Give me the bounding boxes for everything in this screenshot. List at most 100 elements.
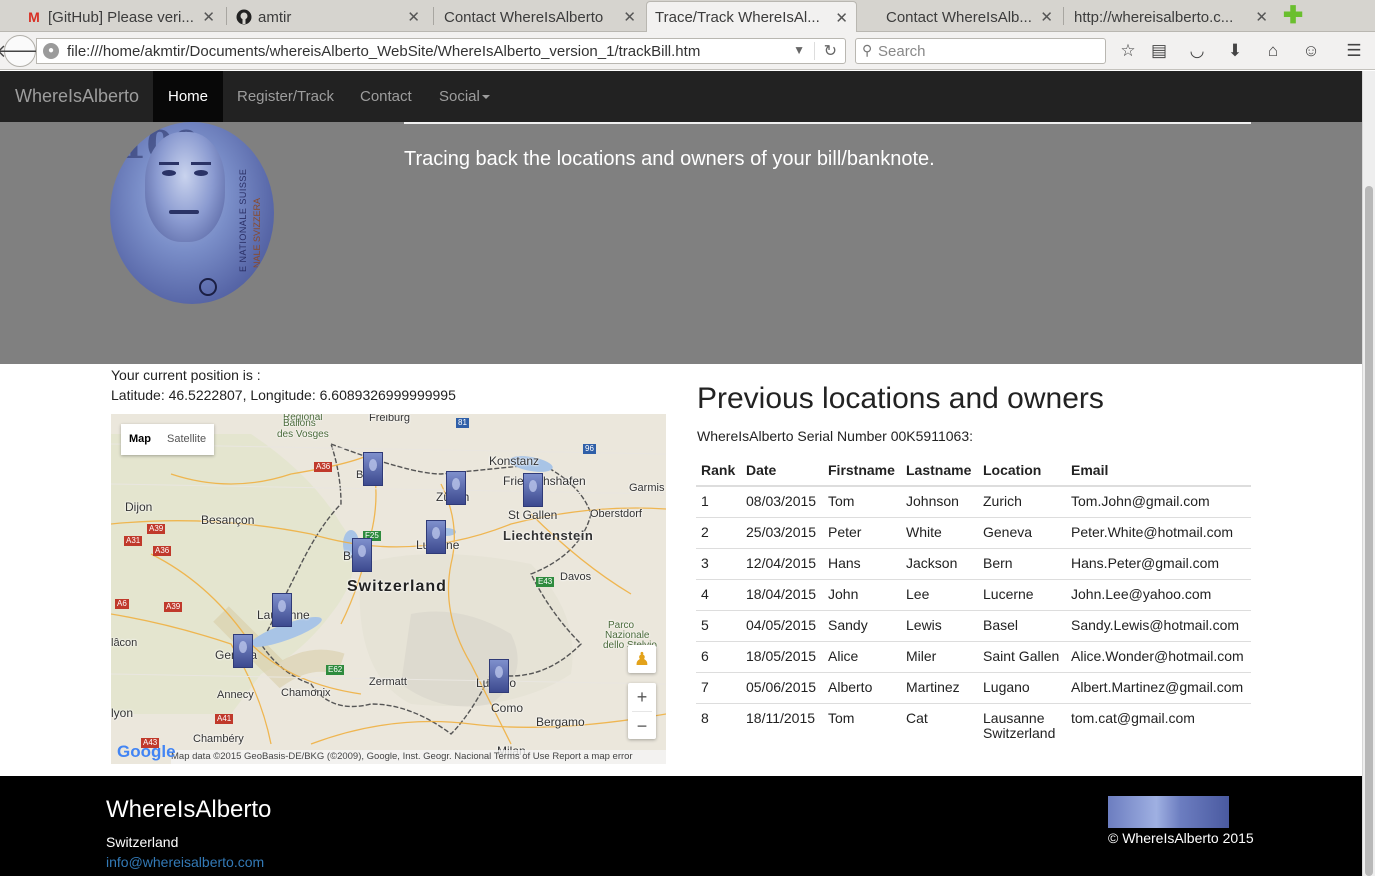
close-icon[interactable]: ✕ [407,8,420,26]
cell-firstname: John [823,579,901,611]
map-credits[interactable]: Map data ©2015 GeoBasis-DE/BKG (©2009), … [171,750,666,764]
chat-icon[interactable]: ☺ [1300,40,1322,62]
reload-icon[interactable]: ↻ [824,41,837,61]
map-label-country: Switzerland [347,578,447,595]
url-bar[interactable]: ● file:///home/akmtir/Documents/whereisA… [36,38,846,64]
site-footer: WhereIsAlberto Switzerland info@whereisa… [0,776,1362,876]
tab-title: amtir [258,8,292,26]
cell-date: 05/06/2015 [741,672,823,704]
footer-copyright: © WhereIsAlberto 2015 [1108,830,1254,846]
col-lastname: Lastname [901,456,978,487]
cell-location: Zurich [983,493,1022,509]
tab-trace-track[interactable]: Trace/Track WhereIsAl... ✕ [646,1,857,33]
scrollbar-thumb[interactable] [1365,186,1373,876]
map-marker-basel[interactable] [363,452,383,486]
footer-email-link[interactable]: info@whereisalberto.com [106,854,264,870]
pocket-icon[interactable]: ◡ [1186,40,1208,62]
road-badge: A41 [215,714,234,724]
cell-email: Hans.Peter@gmail.com [1066,548,1251,580]
google-map[interactable]: Freiburg Regional Ballons des Vosges Bas… [111,414,666,764]
hamburger-menu-icon[interactable]: ☰ [1343,40,1365,62]
close-icon[interactable]: ✕ [623,8,636,26]
cell-email: Sandy.Lewis@hotmail.com [1066,610,1251,642]
current-position: Your current position is : Latitude: 46.… [111,365,456,405]
cell-email: John.Lee@yahoo.com [1066,579,1251,611]
home-icon[interactable]: ⌂ [1262,40,1284,62]
new-tab-button[interactable]: ✚ [1282,4,1304,28]
search-box[interactable]: ⚲ [855,38,1106,64]
cell-lastname: Lewis [901,610,978,642]
page-scrollbar[interactable] [1362,71,1375,876]
cell-firstname: Alice [823,641,901,673]
cell-rank: 2 [696,517,741,549]
map-type-satellite-button[interactable]: Satellite [159,424,214,455]
close-icon[interactable]: ✕ [1255,8,1268,26]
cell-rank: 7 [696,672,741,704]
zoom-in-button[interactable]: + [628,683,656,711]
nav-contact[interactable]: Contact [345,71,427,122]
tab-title: Contact WhereIsAlb... [886,8,1032,26]
cell-rank: 5 [696,610,741,642]
chevron-down-icon[interactable]: ▼ [793,43,805,57]
road-badge: A31 [124,536,143,546]
search-input[interactable] [878,42,1098,60]
map-label: Zermatt [369,676,407,688]
street-view-pegman-icon[interactable]: ♟ [628,645,656,673]
map-marker-lucerne[interactable] [426,520,446,554]
google-logo: Google [117,742,176,761]
tab-contact-2[interactable]: Contact WhereIsAlb... ✕ [878,2,1061,32]
map-label: Oberstdorf [590,508,642,520]
road-badge: A36 [314,462,333,472]
tab-amtir[interactable]: amtir ✕ [228,2,428,32]
map-label: Liechtenstein [503,528,594,543]
github-icon [236,9,252,25]
globe-icon: ● [43,43,59,59]
nav-register-track[interactable]: Register/Track [222,71,349,122]
zoom-out-button[interactable]: − [628,712,656,740]
page-viewport: WhereIsAlberto Home Register/Track Conta… [0,71,1362,876]
road-badge: A6 [115,599,129,609]
back-button[interactable]: 🡐 [0,35,44,67]
map-marker-lausanne[interactable] [272,593,292,627]
map-label: des Vosges [277,429,329,440]
tab-contact[interactable]: Contact WhereIsAlberto ✕ [436,2,644,32]
road-badge: A39 [147,524,166,534]
nav-home[interactable]: Home [153,71,224,122]
tab-title: Trace/Track WhereIsAl... [655,9,820,26]
map-marker-bern[interactable] [352,538,372,572]
map-marker-lugano[interactable] [489,659,509,693]
road-badge: E43 [536,577,555,587]
table-row: 1 08/03/2015 Tom Johnson Zurich Tom.John@gmai… [696,486,1251,518]
cell-email: Tom.John@gmail.com [1071,493,1210,509]
cell-email: Alice.Wonder@hotmail.com [1066,641,1251,673]
cell-lastname: White [901,517,978,549]
map-marker-zurich[interactable] [446,471,466,505]
map-marker-stgallen[interactable] [523,473,543,507]
close-icon[interactable]: ✕ [835,9,848,27]
close-icon[interactable]: ✕ [202,8,215,26]
download-icon[interactable]: ⬇ [1224,40,1246,62]
cell-location: Lucerne [978,579,1066,611]
map-label: Besançon [201,513,255,527]
road-badge: A36 [153,546,172,556]
cell-location: Geneva [978,517,1066,549]
close-icon[interactable]: ✕ [1040,8,1053,26]
map-label: Garmis [629,482,665,494]
cell-lastname: Johnson [906,493,959,509]
table-row: 4 18/04/2015 John Lee Lucerne John.Lee@yahoo.… [696,579,1251,611]
bookmark-star-icon[interactable]: ☆ [1117,40,1139,62]
col-location: Location [978,456,1066,487]
map-type-map-button[interactable]: Map [121,424,159,455]
map-marker-geneva[interactable] [233,634,253,668]
nav-social[interactable]: Social [424,71,505,122]
table-row: 6 18/05/2015 Alice Miler Saint Gallen Alice.W… [696,641,1251,673]
table-row: 3 12/04/2015 Hans Jackson Bern Hans.Peter@gma… [696,548,1251,580]
zoom-control: + − [628,683,656,739]
site-brand[interactable]: WhereIsAlberto [15,86,139,107]
gmail-icon: M [28,9,40,25]
tab-github-verify[interactable]: M [GitHub] Please veri... ✕ [18,2,223,32]
tab-title: Contact WhereIsAlberto [444,8,604,26]
tab-whereisalberto-url[interactable]: http://whereisalberto.c... ✕ [1066,2,1276,32]
tab-separator [226,7,227,25]
bookmarks-list-icon[interactable]: ▤ [1148,40,1170,62]
